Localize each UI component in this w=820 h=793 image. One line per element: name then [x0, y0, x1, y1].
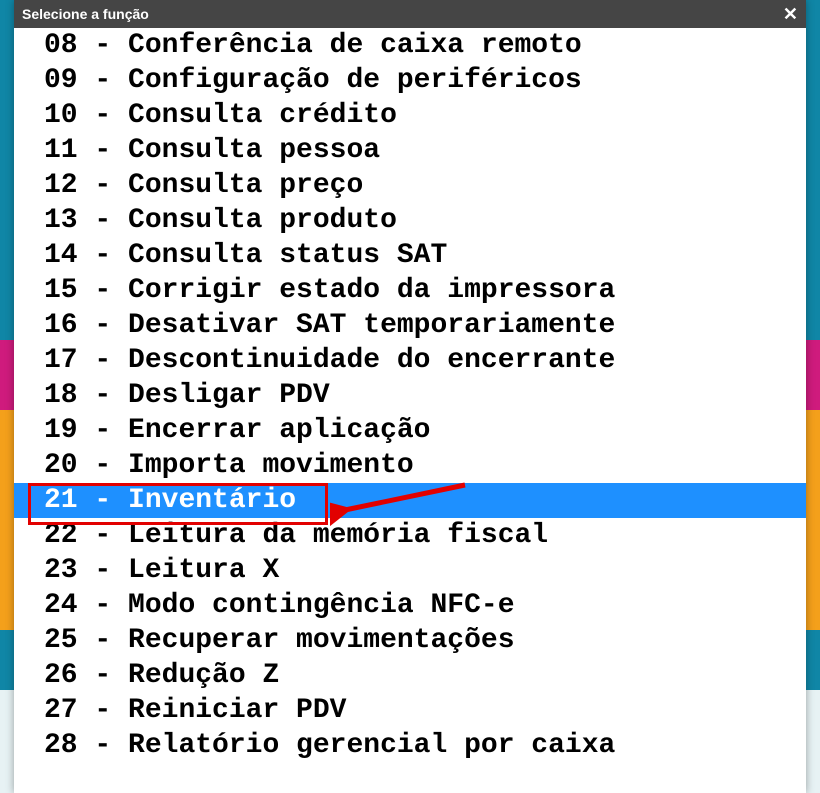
function-row-label: Redução Z [128, 660, 279, 691]
function-row-separator: - [78, 625, 128, 656]
function-row-08[interactable]: 08 - Conferência de caixa remoto [14, 28, 806, 63]
function-row-code: 09 [44, 65, 78, 96]
function-row-09[interactable]: 09 - Configuração de periféricos [14, 63, 806, 98]
function-list[interactable]: 08 - Conferência de caixa remoto09 - Con… [14, 28, 806, 793]
modal-title: Selecione a função [22, 6, 781, 22]
function-row-separator: - [78, 310, 128, 341]
function-row-separator: - [78, 240, 128, 271]
function-row-18[interactable]: 18 - Desligar PDV [14, 378, 806, 413]
function-row-separator: - [78, 555, 128, 586]
function-row-28[interactable]: 28 - Relatório gerencial por caixa [14, 728, 806, 763]
function-row-separator: - [78, 30, 128, 61]
function-row-label: Leitura da memória fiscal [128, 520, 548, 551]
function-row-12[interactable]: 12 - Consulta preço [14, 168, 806, 203]
function-row-label: Leitura X [128, 555, 279, 586]
function-row-label: Corrigir estado da impressora [128, 275, 615, 306]
function-row-14[interactable]: 14 - Consulta status SAT [14, 238, 806, 273]
function-row-code: 17 [44, 345, 78, 376]
function-row-code: 13 [44, 205, 78, 236]
function-row-17[interactable]: 17 - Descontinuidade do encerrante [14, 343, 806, 378]
function-row-code: 25 [44, 625, 78, 656]
function-row-22[interactable]: 22 - Leitura da memória fiscal [14, 518, 806, 553]
function-row-20[interactable]: 20 - Importa movimento [14, 448, 806, 483]
function-row-code: 23 [44, 555, 78, 586]
function-row-separator: - [78, 695, 128, 726]
function-row-13[interactable]: 13 - Consulta produto [14, 203, 806, 238]
function-row-separator: - [78, 520, 128, 551]
function-row-label: Importa movimento [128, 450, 414, 481]
function-row-label: Desativar SAT temporariamente [128, 310, 615, 341]
function-row-code: 11 [44, 135, 78, 166]
function-row-label: Configuração de periféricos [128, 65, 582, 96]
function-row-separator: - [78, 135, 128, 166]
function-row-21[interactable]: 21 - Inventário [14, 483, 806, 518]
function-row-26[interactable]: 26 - Redução Z [14, 658, 806, 693]
function-picker-modal: Selecione a função ✕ 08 - Conferência de… [14, 0, 806, 793]
modal-titlebar: Selecione a função ✕ [14, 0, 806, 28]
function-row-label: Desligar PDV [128, 380, 330, 411]
function-row-label: Recuperar movimentações [128, 625, 514, 656]
function-row-label: Encerrar aplicação [128, 415, 430, 446]
function-row-code: 19 [44, 415, 78, 446]
function-row-code: 10 [44, 100, 78, 131]
function-row-code: 28 [44, 730, 78, 761]
function-row-separator: - [78, 100, 128, 131]
function-row-label: Consulta produto [128, 205, 397, 236]
function-row-code: 27 [44, 695, 78, 726]
function-row-10[interactable]: 10 - Consulta crédito [14, 98, 806, 133]
function-row-15[interactable]: 15 - Corrigir estado da impressora [14, 273, 806, 308]
function-row-label: Consulta preço [128, 170, 363, 201]
function-row-label: Conferência de caixa remoto [128, 30, 582, 61]
function-row-separator: - [78, 660, 128, 691]
function-row-separator: - [78, 730, 128, 761]
function-row-code: 12 [44, 170, 78, 201]
function-row-code: 08 [44, 30, 78, 61]
function-row-separator: - [78, 450, 128, 481]
function-row-code: 26 [44, 660, 78, 691]
function-row-separator: - [78, 275, 128, 306]
function-row-23[interactable]: 23 - Leitura X [14, 553, 806, 588]
function-row-separator: - [78, 345, 128, 376]
function-row-code: 16 [44, 310, 78, 341]
function-row-label: Consulta status SAT [128, 240, 447, 271]
function-row-label: Modo contingência NFC-e [128, 590, 514, 621]
function-row-code: 21 [44, 485, 78, 516]
function-row-separator: - [78, 205, 128, 236]
function-row-separator: - [78, 590, 128, 621]
function-row-25[interactable]: 25 - Recuperar movimentações [14, 623, 806, 658]
function-row-24[interactable]: 24 - Modo contingência NFC-e [14, 588, 806, 623]
function-row-separator: - [78, 65, 128, 96]
function-row-separator: - [78, 485, 128, 516]
function-row-27[interactable]: 27 - Reiniciar PDV [14, 693, 806, 728]
function-row-code: 20 [44, 450, 78, 481]
function-row-separator: - [78, 380, 128, 411]
function-row-label: Inventário [128, 485, 296, 516]
function-row-label: Descontinuidade do encerrante [128, 345, 615, 376]
function-row-separator: - [78, 170, 128, 201]
function-row-separator: - [78, 415, 128, 446]
function-row-code: 14 [44, 240, 78, 271]
function-row-code: 18 [44, 380, 78, 411]
function-row-label: Consulta crédito [128, 100, 397, 131]
function-row-label: Reiniciar PDV [128, 695, 346, 726]
function-row-19[interactable]: 19 - Encerrar aplicação [14, 413, 806, 448]
function-row-code: 22 [44, 520, 78, 551]
close-icon[interactable]: ✕ [781, 5, 800, 23]
function-row-label: Consulta pessoa [128, 135, 380, 166]
function-row-11[interactable]: 11 - Consulta pessoa [14, 133, 806, 168]
function-row-label: Relatório gerencial por caixa [128, 730, 615, 761]
function-row-code: 15 [44, 275, 78, 306]
function-row-code: 24 [44, 590, 78, 621]
function-row-16[interactable]: 16 - Desativar SAT temporariamente [14, 308, 806, 343]
